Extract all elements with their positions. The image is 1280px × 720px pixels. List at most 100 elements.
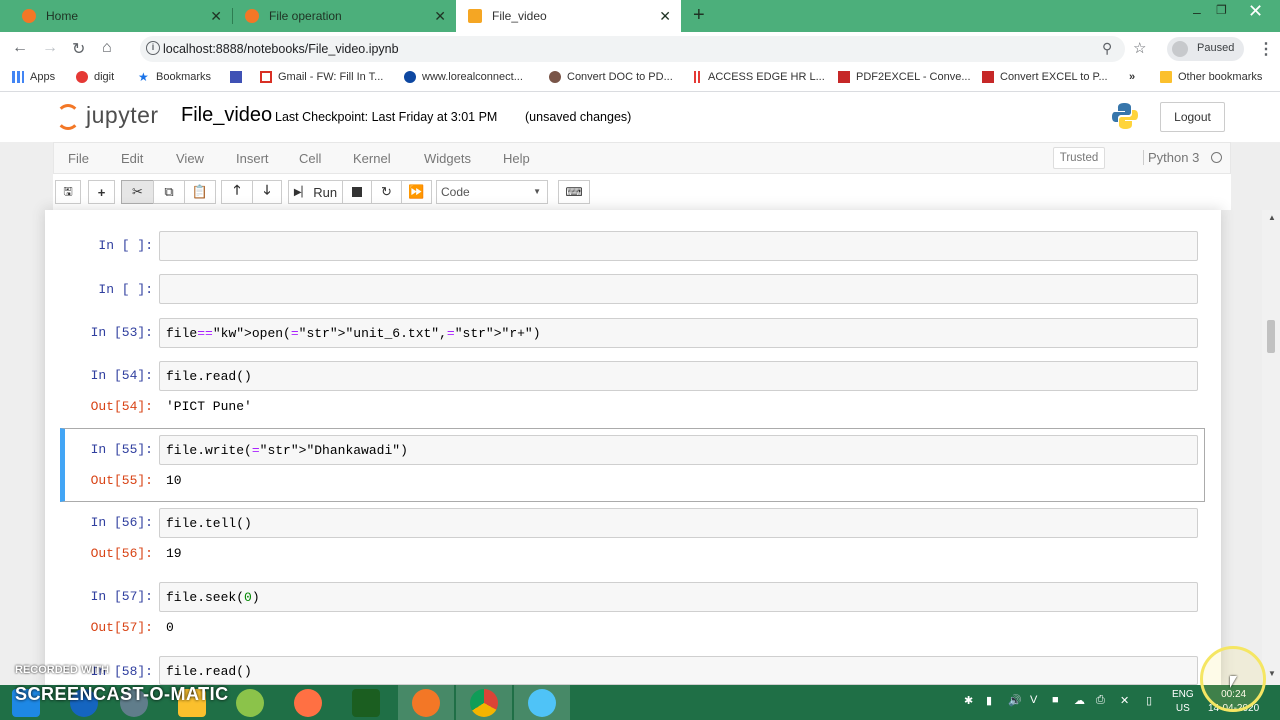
bookmark-gmail[interactable]: Gmail - FW: Fill In T... (260, 71, 383, 83)
notebook-name[interactable]: File_video (181, 104, 272, 127)
input-prompt: In [ ]: (98, 238, 153, 253)
vpn-icon[interactable]: V (1030, 694, 1037, 706)
window-close-icon[interactable]: ✕ (1248, 1, 1263, 22)
menu-edit[interactable]: Edit (121, 151, 143, 166)
code-cell-input[interactable]: file.read() (159, 361, 1198, 391)
bookmark-bookmarks[interactable]: ★ Bookmarks (138, 71, 211, 83)
copy-cells-button[interactable]: ⧉ (153, 180, 185, 204)
menu-insert[interactable]: Insert (236, 151, 269, 166)
screencast-recorder-icon[interactable] (528, 689, 556, 717)
move-up-button[interactable]: 🡑 (221, 180, 253, 204)
code-cell-input[interactable] (159, 274, 1198, 304)
bookmark-convert-excel[interactable]: Convert EXCEL to P... (982, 71, 1108, 83)
notebook-favicon-icon (468, 9, 482, 23)
kernel-name: Python 3 (1143, 150, 1199, 165)
scroll-down-arrow-icon[interactable]: ▼ (1268, 669, 1276, 678)
tab-label: File_video (492, 9, 547, 23)
back-arrow-icon[interactable]: ← (12, 39, 28, 57)
bookmark-pdf2excel[interactable]: PDF2EXCEL - Conve... (838, 71, 971, 83)
more-bookmarks-icon[interactable]: » (1129, 71, 1135, 83)
info-icon[interactable]: i (146, 41, 160, 55)
digit-logo-icon (76, 71, 88, 83)
restore-icon[interactable]: ❐ (1216, 3, 1227, 17)
menu-view[interactable]: View (176, 151, 204, 166)
bookmark-other[interactable]: Other bookmarks (1160, 71, 1262, 83)
move-down-button[interactable]: 🡓 (252, 180, 282, 204)
folder-icon (1160, 71, 1172, 83)
network-icon[interactable]: ✕ (1120, 694, 1129, 707)
close-icon[interactable]: ✕ (210, 8, 222, 25)
loreal-icon (404, 71, 416, 83)
minimize-icon[interactable]: – (1193, 4, 1201, 20)
menu-kernel[interactable]: Kernel (353, 151, 391, 166)
code-cell-input[interactable] (159, 231, 1198, 261)
code-cell-input[interactable]: file.tell() (159, 508, 1198, 538)
chrome-icon[interactable] (470, 689, 498, 717)
close-icon[interactable]: ✕ (659, 8, 671, 25)
bookmark-digit[interactable]: digit (76, 71, 114, 83)
browser-tab-bar: Home ✕ File operation ✕ File_video ✕ + –… (0, 0, 1280, 32)
jupyter-taskbar-icon[interactable] (412, 689, 440, 717)
cloud-sync-icon[interactable] (236, 689, 264, 717)
output-prompt: Out[56]: (90, 546, 153, 561)
bookmark-star-icon[interactable]: ☆ (1133, 39, 1146, 57)
home-icon[interactable]: ⌂ (102, 39, 112, 57)
close-icon[interactable]: ✕ (434, 8, 446, 25)
menu-widgets[interactable]: Widgets (424, 151, 471, 166)
app-tray-icon[interactable]: ■ (1052, 694, 1059, 706)
restart-run-all-button[interactable]: ⏩ (401, 180, 432, 204)
restart-kernel-button[interactable]: ↻ (371, 180, 402, 204)
menu-cell[interactable]: Cell (299, 151, 321, 166)
bookmark-apps[interactable]: Apps (12, 71, 55, 83)
insert-cell-button[interactable]: + (88, 180, 115, 204)
menu-help[interactable]: Help (503, 151, 530, 166)
scrollbar-thumb[interactable] (1267, 320, 1275, 353)
paste-cells-button[interactable]: 📋 (184, 180, 216, 204)
cell-type-value: Code (441, 185, 470, 199)
run-button[interactable]: ▶▏ Run (288, 180, 343, 204)
bookmark-convert-doc[interactable]: Convert DOC to PD... (549, 71, 673, 83)
forward-arrow-icon[interactable]: → (42, 39, 58, 57)
new-tab-icon[interactable]: + (693, 4, 705, 27)
language-indicator[interactable]: ENG US (1172, 688, 1194, 716)
cut-cells-button[interactable]: ✂ (121, 180, 154, 204)
page-scrollbar[interactable] (1262, 210, 1280, 685)
scissors-icon: ✂ (132, 184, 143, 199)
code-cell-input[interactable]: file=="kw">open(="str">"unit_6.txt",="st… (159, 318, 1198, 348)
bookmark-document[interactable] (230, 71, 248, 83)
excel-icon[interactable] (352, 689, 380, 717)
cloud-tray-icon[interactable]: ☁ (1074, 694, 1085, 707)
command-palette-button[interactable]: ⌨ (558, 180, 590, 204)
save-button[interactable]: 🖫 (55, 180, 81, 204)
logout-button[interactable]: Logout (1160, 102, 1225, 132)
battery-icon[interactable]: ▯ (1146, 694, 1152, 707)
cell-type-select[interactable]: Code ▼ (436, 180, 548, 204)
bookmark-access-edge[interactable]: ACCESS EDGE HR L... (694, 71, 825, 83)
volume-icon[interactable]: 🔊 (1008, 694, 1022, 707)
bookmark-lorealconnect[interactable]: www.lorealconnect... (404, 71, 523, 83)
code-cell-input[interactable]: file.seek(0) (159, 582, 1198, 612)
code-cell-input[interactable]: file.read() (159, 656, 1198, 685)
python-logo-icon (1112, 103, 1138, 129)
reload-icon[interactable]: ↻ (72, 39, 85, 59)
zoom-icon[interactable]: ⚲ (1102, 40, 1112, 57)
tab-home[interactable]: Home ✕ (0, 0, 232, 32)
watermark-screencast: SCREENCAST-O-MATIC (15, 684, 229, 704)
code-cell-input[interactable]: file.write(="str">"Dhankawadi") (159, 435, 1198, 465)
scroll-up-arrow-icon[interactable]: ▲ (1268, 213, 1276, 222)
document-icon (230, 71, 242, 83)
printer-icon[interactable]: ⎙ (1096, 694, 1105, 707)
tab-file-operation[interactable]: File operation ✕ (233, 0, 456, 32)
output-prompt: Out[55]: (90, 473, 153, 488)
profile-paused-button[interactable]: Paused (1167, 37, 1244, 61)
trusted-indicator[interactable]: Trusted (1053, 147, 1105, 169)
firefox-icon[interactable] (294, 689, 322, 717)
profile-status: Paused (1197, 42, 1235, 54)
signal-icon[interactable]: ▮ (986, 694, 992, 707)
browser-menu-icon[interactable]: ⋮ (1258, 39, 1274, 59)
url-field[interactable]: i localhost:8888/notebooks/File_video.ip… (140, 36, 1125, 62)
menu-file[interactable]: File (68, 151, 89, 166)
interrupt-kernel-button[interactable] (342, 180, 372, 204)
tab-file-video[interactable]: File_video ✕ (456, 0, 681, 32)
bluetooth-icon[interactable]: ✱ (964, 694, 973, 707)
